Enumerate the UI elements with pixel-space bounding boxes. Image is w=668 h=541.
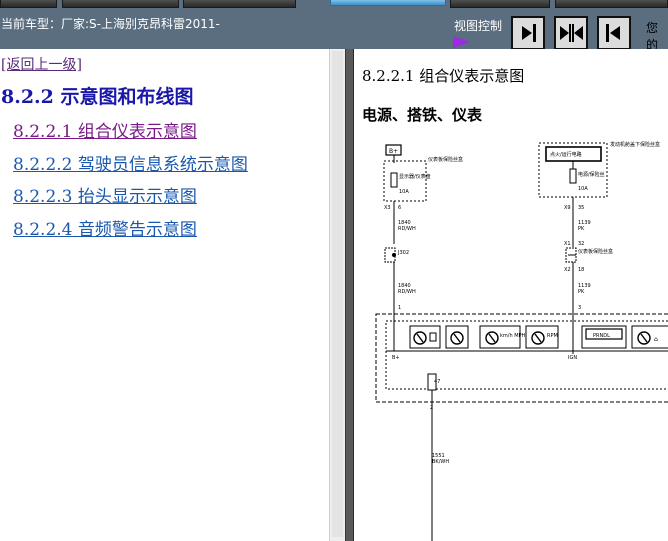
- extra-gauge-symbol: ⌂: [654, 336, 658, 343]
- left-wire-1-color: RD/WH: [398, 226, 416, 232]
- ground-pin-top: 47: [434, 379, 440, 385]
- speedometer-label: km/h MPH: [500, 333, 526, 339]
- right-source-label: 点火/运行电路: [550, 151, 582, 158]
- current-car-model: 当前车型：厂家:S-上海别克昂科雷2011-: [1, 17, 220, 31]
- expand-left-button[interactable]: [597, 16, 631, 49]
- toolbar-button-1[interactable]: [0, 0, 57, 8]
- expand-right-button[interactable]: [511, 16, 545, 49]
- toolbar-button-4[interactable]: [450, 0, 550, 8]
- right-mid-block: 仪表板保险丝盒: [578, 248, 613, 255]
- scrollbar-thumb[interactable]: [332, 51, 343, 537]
- right-connector: X9: [564, 205, 571, 211]
- top-toolbar: 当前车型：厂家:S-上海别克昂科雷2011- 视图控制 您的 870: [0, 0, 668, 49]
- nav-item-head-up-display[interactable]: 8.2.2.3 抬头显示示意图: [13, 182, 197, 207]
- right-pin-top: 35: [578, 205, 584, 211]
- user-info: 您的 870: [646, 20, 668, 49]
- prndl-label: PRNDL: [593, 333, 610, 339]
- right-pin-x2: 18: [578, 267, 584, 273]
- split-view-button[interactable]: [554, 16, 588, 49]
- right-fuse-block-label: 发动机舱盖下保险丝盒: [610, 141, 660, 148]
- toolbar-button-active[interactable]: [330, 0, 446, 6]
- ground-pin-bottom: 2: [430, 405, 433, 411]
- user-info-line-1: 您的: [646, 21, 659, 49]
- back-link[interactable]: [返回上一级]: [1, 54, 82, 74]
- play-triangle-icon: [453, 36, 470, 48]
- arrow-right-bar-icon: [522, 24, 536, 42]
- right-fuse-name: 电源/保险丝: [578, 171, 605, 178]
- left-fuse-amp: 10A: [399, 189, 409, 195]
- left-fuse-block: [383, 160, 427, 202]
- left-connector: X3: [384, 205, 391, 211]
- right-wire-1-color: PK: [578, 226, 585, 232]
- view-control-label: 视图控制: [454, 19, 503, 33]
- tachometer-label: RPM: [547, 333, 558, 339]
- document-pane: 8.2.2.1 组合仪表示意图 电源、搭铁、仪表 B+ 仪表板保险丝盒 显示器/…: [354, 49, 668, 541]
- pin-b-plus-label: B+: [392, 355, 400, 361]
- right-conn-x1: X1: [564, 241, 571, 247]
- left-scrollbar[interactable]: [329, 49, 345, 541]
- wiring-diagram: B+ 仪表板保险丝盒 显示器/仪表盘 10A X3 6 1840 RD/WH J…: [375, 141, 668, 541]
- nav-item-audio-warning[interactable]: 8.2.2.4 音频警告示意图: [13, 215, 197, 240]
- right-fuse-amp: 10A: [578, 186, 588, 192]
- nav-item-driver-info[interactable]: 8.2.2.2 驾驶员信息系统示意图: [13, 150, 248, 175]
- toolbar-button-3[interactable]: [183, 0, 296, 8]
- pane-splitter[interactable]: [345, 49, 354, 541]
- toolbar-button-2[interactable]: [62, 0, 179, 8]
- left-fuse-name: 显示器/仪表盘: [399, 173, 431, 180]
- navigation-pane: [返回上一级] 8.2.2 示意图和布线图 8.2.2.1 组合仪表示意图 8.…: [0, 49, 329, 541]
- right-pin-bottom: 3: [578, 305, 581, 311]
- left-pin-bottom: 1: [398, 305, 401, 311]
- right-conn-x2: X2: [564, 267, 571, 273]
- nav-item-instrument-cluster[interactable]: 8.2.2.1 组合仪表示意图: [13, 117, 197, 142]
- arrows-inward-icon: [560, 24, 583, 42]
- pin-ign-label: IGN: [568, 355, 577, 361]
- left-splice-label: J302: [397, 250, 409, 256]
- toolbar-button-5[interactable]: [555, 0, 668, 8]
- section-title: 8.2.2 示意图和布线图: [1, 86, 194, 108]
- fuse-icon: [390, 172, 398, 188]
- left-source-label: B+: [389, 148, 398, 155]
- right-wire-2-color: PK: [578, 289, 585, 295]
- ground-wire-color: BK/WH: [432, 459, 449, 465]
- left-fuse-block-label: 仪表板保险丝盒: [428, 156, 463, 163]
- arrow-left-bar-icon: [606, 24, 620, 42]
- right-pin-x1: 32: [578, 241, 584, 247]
- left-wire-2-color: RD/WH: [398, 289, 416, 295]
- splice-dot-icon: [392, 253, 396, 257]
- left-pin-top: 6: [398, 205, 401, 211]
- fuse-icon: [569, 168, 577, 184]
